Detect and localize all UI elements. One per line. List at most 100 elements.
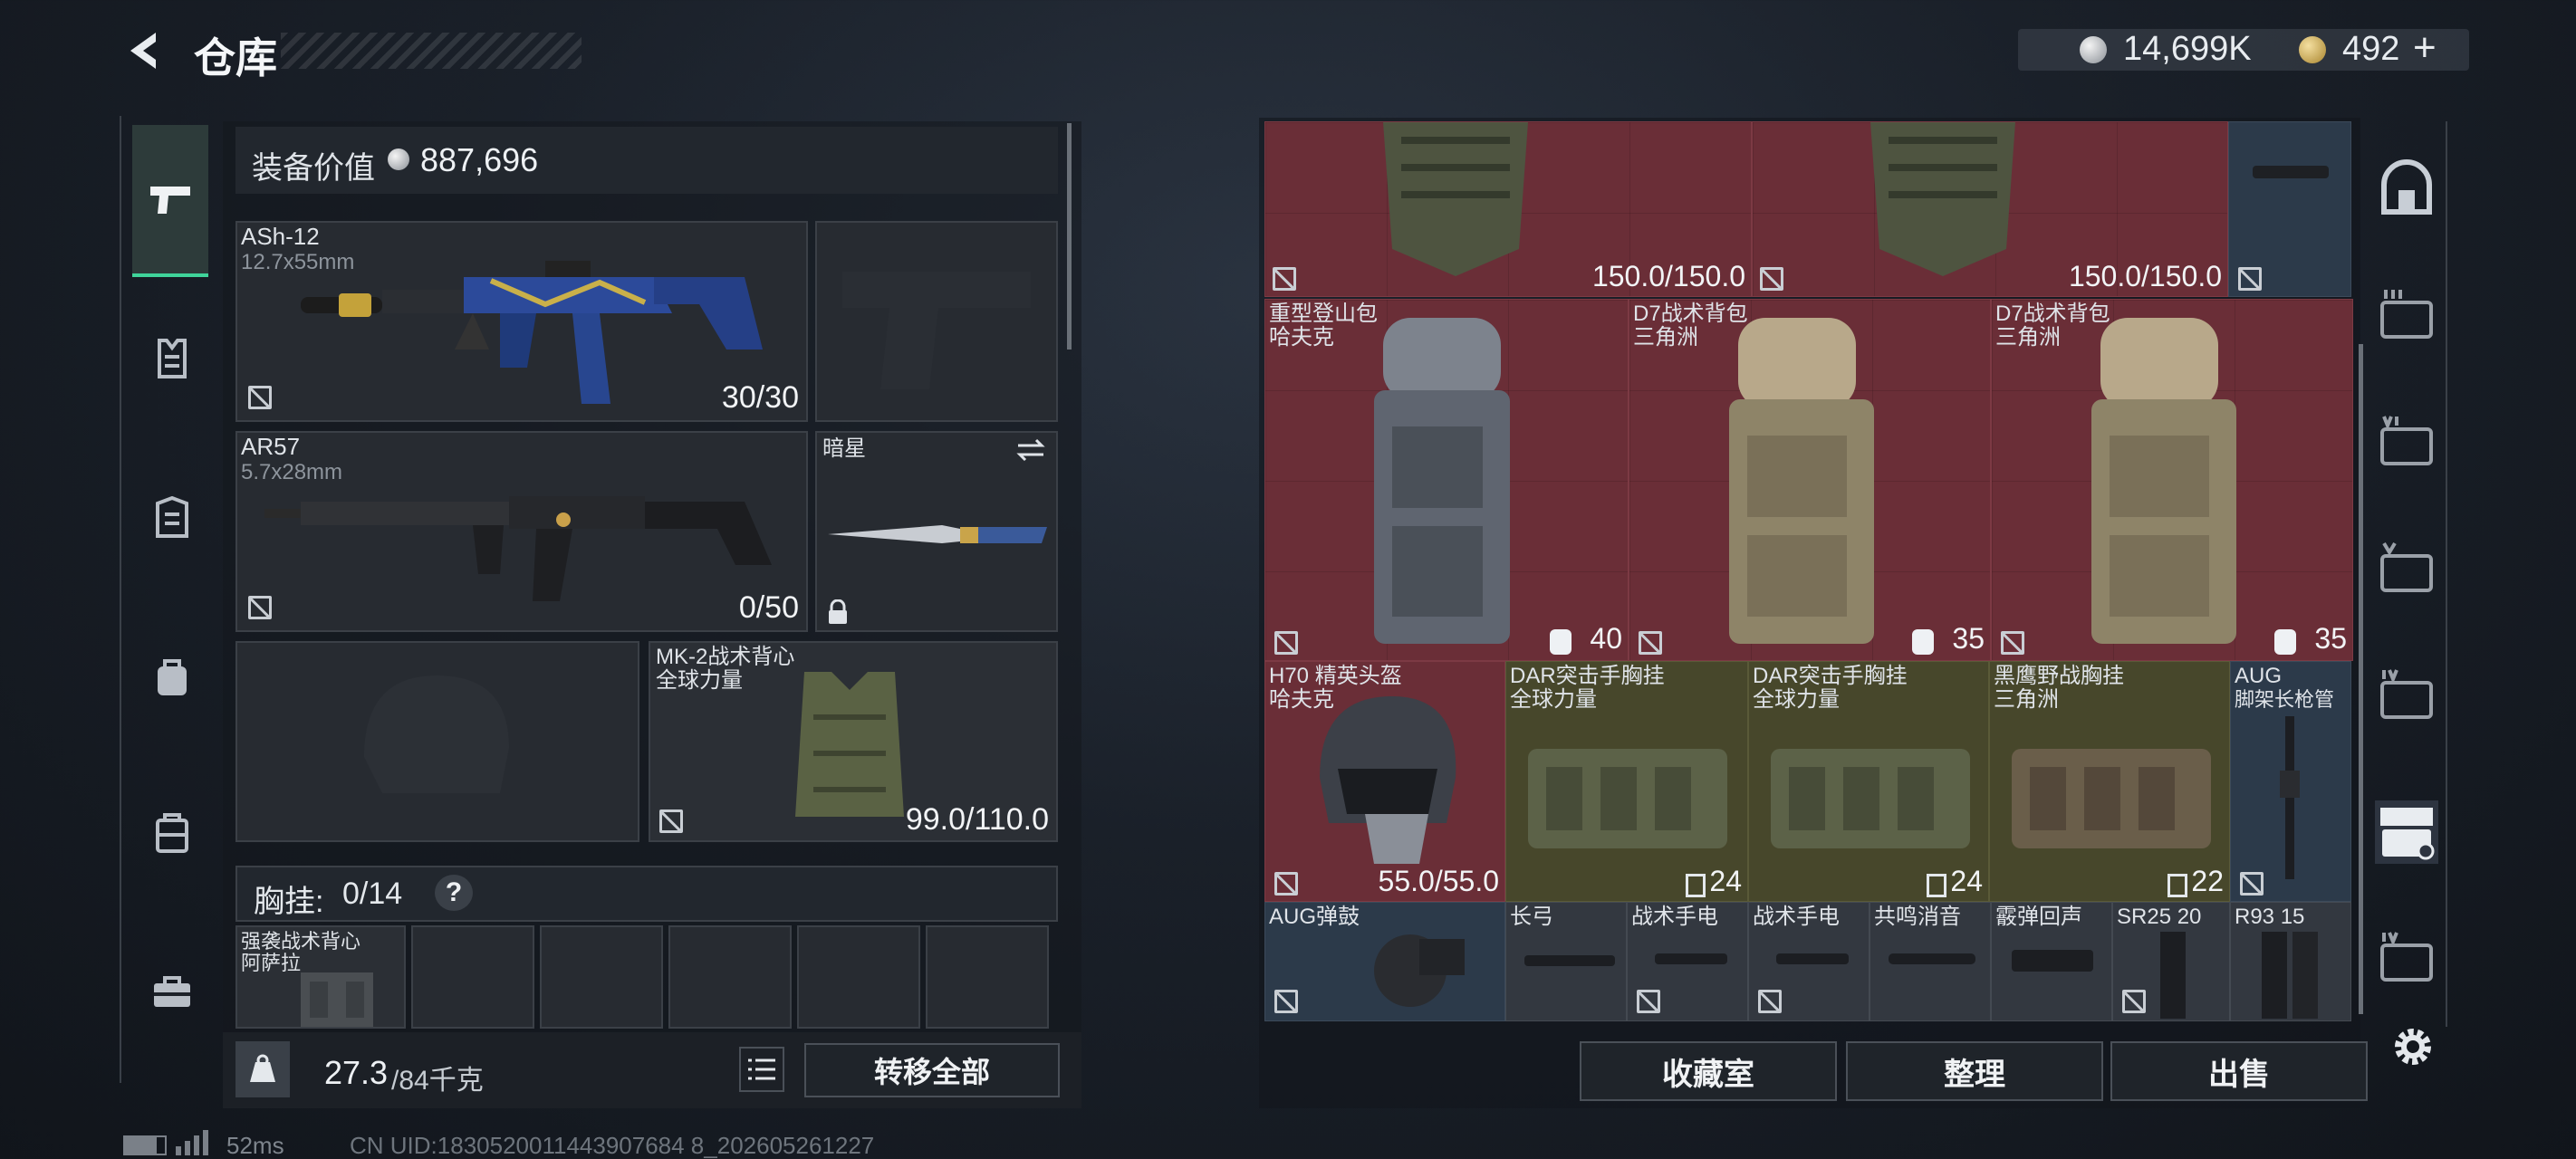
stash-item-magazine[interactable]: SR25 20 xyxy=(2112,902,2230,1021)
stash-item-backpack[interactable]: D7战术背包 三角洲 35 xyxy=(1991,299,2353,661)
stash-item-attachment[interactable] xyxy=(2228,121,2351,297)
stash-item-chest-rig[interactable]: 黑鹰野战胸挂 三角洲 22 xyxy=(1989,661,2230,902)
primary-weapon-ammo: 30/30 xyxy=(721,380,799,415)
stash-tab-main[interactable] xyxy=(2375,158,2438,221)
stash-tab-gti[interactable] xyxy=(2375,800,2438,864)
rig-item-slot[interactable]: 强袭战术背心 阿萨拉 xyxy=(235,925,406,1029)
stash-home-icon xyxy=(2381,159,2432,215)
gear-icon xyxy=(2395,1029,2431,1065)
stash-tab-4b[interactable] xyxy=(2375,665,2438,728)
back-arrow-icon xyxy=(130,33,156,69)
stash-item-shotgun-muzzle[interactable]: 霰弹回声 xyxy=(1991,902,2112,1021)
stash-item-barrel[interactable]: AUG 脚架长枪管 xyxy=(2230,661,2351,902)
stash-tab-4a[interactable] xyxy=(2375,411,2438,474)
barrel-image xyxy=(2280,716,2300,879)
melee-slot[interactable]: 暗星 xyxy=(815,431,1058,632)
stash-item-name: R93 15 xyxy=(2235,905,2305,929)
stash-tab-4c[interactable] xyxy=(2375,927,2438,991)
stash-item-drum-mag[interactable]: AUG弹鼓 xyxy=(1264,902,1505,1021)
value-coin-icon xyxy=(388,148,409,170)
drum-mag-image xyxy=(1374,934,1465,1007)
stash-item-magazine[interactable]: R93 15 xyxy=(2230,902,2351,1021)
stash-item-vest[interactable]: 150.0/150.0 xyxy=(1752,121,2228,297)
stash-item-chest-rig[interactable]: DAR突击手胸挂 全球力量 24 xyxy=(1748,661,1989,902)
sidebar-tab-case[interactable] xyxy=(136,797,208,869)
case-tier-3-icon xyxy=(2380,290,2433,339)
weight-current: 27.3 xyxy=(324,1054,389,1091)
backpack-icon xyxy=(158,659,187,695)
knife-image xyxy=(828,525,1047,543)
vest-image xyxy=(1383,122,1528,276)
primary-unlocked-icon xyxy=(248,386,272,409)
sidebar-tab-armor[interactable] xyxy=(136,482,208,554)
vest-icon xyxy=(158,339,187,378)
swap-icon[interactable] xyxy=(1014,436,1047,464)
stash-item-name: 黑鹰野战胸挂 xyxy=(1994,664,2124,688)
stash-item-name: DAR突击手胸挂 xyxy=(1510,664,1665,688)
stash-item-vest[interactable]: 150.0/150.0 xyxy=(1264,121,1752,297)
rig-slot-empty[interactable] xyxy=(668,925,792,1029)
stash-item-chest-rig[interactable]: DAR突击手胸挂 全球力量 24 xyxy=(1505,661,1748,902)
backpack-image xyxy=(2091,318,2236,644)
armor-icon xyxy=(156,496,188,538)
collection-room-button[interactable]: 收藏室 xyxy=(1580,1041,1837,1101)
transfer-all-button[interactable]: 转移全部 xyxy=(804,1043,1060,1097)
rig-slot-empty[interactable] xyxy=(540,925,663,1029)
secondary-weapon-name: AR57 xyxy=(241,433,301,460)
primary-weapon-slot[interactable]: ASh-12 12.7x55mm 30/30 xyxy=(235,221,808,422)
stash-item-scope[interactable]: 长弓 xyxy=(1505,902,1627,1021)
stash-scrollbar[interactable] xyxy=(2359,344,2363,1014)
ash12-rifle-image xyxy=(301,261,763,404)
sidebar-tab-rig[interactable] xyxy=(136,322,208,395)
secondary-weapon-slot[interactable]: AR57 5.7x28mm 0/50 xyxy=(235,431,808,632)
list-view-button[interactable] xyxy=(739,1047,784,1092)
stash-tab-5[interactable] xyxy=(2375,538,2438,601)
chest-rig-image xyxy=(2012,749,2211,848)
settings-button[interactable] xyxy=(2388,1021,2438,1072)
sidebar-tab-toolbox[interactable] xyxy=(136,956,208,1029)
case-tier-4-icon xyxy=(2380,932,2433,982)
sell-button[interactable]: 出售 xyxy=(2110,1041,2368,1101)
stash-item-tag-icon xyxy=(1639,631,1662,655)
stash-item-maker: 脚架长枪管 xyxy=(2235,688,2335,711)
stash-item-helmet[interactable]: H70 精英头盔 哈夫克 55.0/55.0 xyxy=(1264,661,1505,902)
sidebar-tab-backpack[interactable] xyxy=(136,641,208,714)
premium-coin-icon xyxy=(2299,36,2326,63)
vest-count-icon xyxy=(1927,874,1946,897)
chest-rig-image xyxy=(1771,749,1970,848)
magazine-image xyxy=(2160,932,2186,1019)
pistol-slot[interactable] xyxy=(815,221,1058,422)
rig-slot-empty[interactable] xyxy=(926,925,1049,1029)
stash-item-backpack[interactable]: D7战术背包 三角洲 35 xyxy=(1629,299,1991,661)
helmet-placeholder-icon xyxy=(364,675,509,793)
equipment-scrollbar[interactable] xyxy=(1067,123,1072,350)
sidebar-tab-weapons[interactable] xyxy=(132,125,208,277)
rig-help-button[interactable]: ? xyxy=(435,875,473,911)
suppressor-image xyxy=(1889,953,1975,964)
case-icon xyxy=(156,813,188,853)
rig-slot-empty[interactable] xyxy=(411,925,534,1029)
rig-slot-empty[interactable] xyxy=(797,925,920,1029)
stash-item-maker: 全球力量 xyxy=(1753,687,1840,712)
attachment-image xyxy=(2253,166,2329,178)
page-title: 仓库 xyxy=(194,34,277,81)
coin-icon xyxy=(2080,36,2107,63)
lock-icon xyxy=(826,599,850,625)
muzzle-image xyxy=(2012,950,2093,972)
stash-tab-3[interactable] xyxy=(2375,284,2438,348)
stash-item-tag-icon xyxy=(1274,872,1298,896)
premium-add-button[interactable]: + xyxy=(2413,25,2437,71)
stash-item-suppressor[interactable]: 共鸣消音 xyxy=(1870,902,1991,1021)
stash-item-name: 长弓 xyxy=(1510,905,1553,929)
stash-item-durability: 150.0/150.0 xyxy=(2068,260,2222,292)
stash-item-backpack[interactable]: 重型登山包 哈夫克 40 xyxy=(1264,299,1629,661)
scope-image xyxy=(1524,955,1615,966)
sort-button[interactable]: 整理 xyxy=(1846,1041,2103,1101)
armor-slot[interactable]: MK-2战术背心 全球力量 99.0/110.0 xyxy=(649,641,1058,842)
stash-item-flashlight[interactable]: 战术手电 xyxy=(1748,902,1870,1021)
helmet-slot[interactable] xyxy=(235,641,639,842)
back-button[interactable] xyxy=(120,27,167,74)
toolbox-icon xyxy=(154,976,190,1007)
stash-item-value: 24 xyxy=(1950,865,1983,897)
stash-item-flashlight[interactable]: 战术手电 xyxy=(1627,902,1748,1021)
